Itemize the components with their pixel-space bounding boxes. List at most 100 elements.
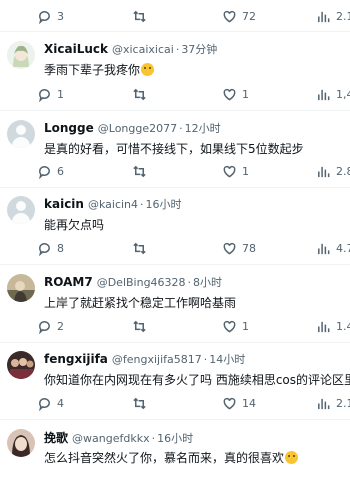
views-icon xyxy=(318,11,330,22)
user-handle[interactable]: @wangefdkkx xyxy=(72,432,150,445)
separator-dot: · xyxy=(187,276,192,289)
reply-count: 8 xyxy=(57,241,64,255)
user-handle[interactable]: @DelBing46328 xyxy=(97,276,186,289)
views-icon xyxy=(318,398,330,409)
retweet-icon xyxy=(133,88,146,100)
like-button[interactable]: 1 xyxy=(222,84,249,104)
user-handle[interactable]: @xicaixicai xyxy=(112,43,174,56)
like-count: 1 xyxy=(242,319,249,333)
tweet-text: 怎么抖音突然火了你，慕名而来，真的很喜欢 xyxy=(44,449,299,466)
comment-feed: 3 72 2.1万 XicaiLuck @xicaixicai · xyxy=(0,0,350,480)
tweet[interactable]: 挽歌 @wangefdkkx · 16小时 怎么抖音突然火了你，慕名而来，真的很… xyxy=(7,429,350,480)
reply-icon xyxy=(39,320,50,334)
avatar[interactable] xyxy=(7,196,35,224)
display-name[interactable]: XicaiLuck xyxy=(44,42,108,56)
reply-button[interactable]: 2 xyxy=(37,316,64,336)
user-handle[interactable]: @fengxijifa5817 xyxy=(112,353,202,366)
reply-icon xyxy=(39,10,50,24)
reply-count: 2 xyxy=(57,319,64,333)
display-name[interactable]: 挽歌 xyxy=(44,429,68,446)
reply-icon xyxy=(39,397,50,411)
reply-button[interactable]: 6 xyxy=(37,161,64,181)
heart-icon xyxy=(223,165,236,178)
portrait-avatar-icon xyxy=(7,429,35,457)
like-count: 1 xyxy=(242,87,249,101)
divider xyxy=(0,110,350,111)
timestamp[interactable]: 14小时 xyxy=(209,351,245,367)
anime-avatar-icon xyxy=(7,41,35,69)
separator-dot: · xyxy=(175,43,180,56)
timestamp[interactable]: 16小时 xyxy=(146,196,182,212)
tweet-action-bar: 4 14 2.1万 xyxy=(0,393,350,413)
like-count: 72 xyxy=(242,9,256,23)
user-handle[interactable]: @kaicin4 xyxy=(88,198,138,211)
tweet-text-content: 季雨下辈子我疼你 xyxy=(44,63,141,77)
views-count: 2.1万 xyxy=(336,397,350,410)
user-handle[interactable]: @Longge2077 xyxy=(98,122,177,135)
retweet-button[interactable] xyxy=(132,316,147,336)
like-button[interactable]: 1 xyxy=(222,316,249,336)
views-button[interactable]: 4.7万 xyxy=(316,238,350,258)
crying-face-emoji-icon xyxy=(141,63,155,76)
reply-button[interactable]: 3 xyxy=(37,6,64,26)
retweet-button[interactable] xyxy=(132,6,147,26)
views-count: 2.87 xyxy=(336,164,350,178)
tweet-action-bar: 2 1 1.4万 xyxy=(0,316,350,336)
views-icon xyxy=(318,321,330,332)
retweet-button[interactable] xyxy=(132,393,147,413)
views-icon xyxy=(318,243,330,254)
avatar[interactable] xyxy=(7,429,35,457)
avatar[interactable] xyxy=(7,41,35,69)
views-button[interactable]: 2.1万 xyxy=(316,6,350,26)
views-button[interactable]: 2.1万 xyxy=(316,393,350,413)
heart-icon xyxy=(223,10,236,23)
tweet-header: kaicin @kaicin4 · 16小时 xyxy=(44,196,182,214)
like-button[interactable]: 72 xyxy=(222,6,256,26)
tweet-text: 是真的好看，可惜不接线下，如果线下5位数起步 xyxy=(44,142,304,156)
tweet-text-content: 怎么抖音突然火了你，慕名而来，真的很喜欢 xyxy=(44,451,285,465)
photo-avatar-icon xyxy=(7,274,35,302)
tweet-header: Longge @Longge2077 · 12小时 xyxy=(44,120,221,138)
timestamp[interactable]: 16小时 xyxy=(157,430,193,446)
views-button[interactable]: 1,49 xyxy=(316,84,350,104)
timestamp[interactable]: 8小时 xyxy=(193,274,222,290)
like-button[interactable]: 14 xyxy=(222,393,256,413)
group-photo-avatar-icon xyxy=(7,351,35,379)
tweet-action-bar: 6 1 2.87 xyxy=(0,161,350,181)
separator-dot: · xyxy=(140,198,144,211)
retweet-button[interactable] xyxy=(132,84,147,104)
like-button[interactable]: 78 xyxy=(222,238,256,258)
reply-count: 1 xyxy=(57,87,64,101)
reply-button[interactable]: 8 xyxy=(37,238,64,258)
separator-dot: · xyxy=(179,122,183,135)
tweet-text: 上岸了就赶紧找个稳定工作啊哈基雨 xyxy=(44,296,237,310)
display-name[interactable]: ROAM7 xyxy=(44,275,93,289)
display-name[interactable]: kaicin xyxy=(44,197,84,211)
retweet-button[interactable] xyxy=(132,238,147,258)
divider xyxy=(0,419,350,420)
views-count: 1.4万 xyxy=(336,320,350,333)
reply-count: 6 xyxy=(57,164,64,178)
display-name[interactable]: Longge xyxy=(44,121,94,135)
retweet-icon xyxy=(133,165,146,177)
retweet-icon xyxy=(133,320,146,332)
like-button[interactable]: 1 xyxy=(222,161,249,181)
tweet-action-bar: 3 72 2.1万 xyxy=(0,6,350,26)
reply-button[interactable]: 1 xyxy=(37,84,64,104)
reply-count: 3 xyxy=(57,9,64,23)
timestamp[interactable]: 37分钟 xyxy=(181,41,217,57)
retweet-icon xyxy=(133,242,146,254)
reply-icon xyxy=(39,165,50,179)
retweet-button[interactable] xyxy=(132,161,147,181)
avatar[interactable] xyxy=(7,120,35,148)
views-button[interactable]: 1.4万 xyxy=(316,316,350,336)
avatar[interactable] xyxy=(7,274,35,302)
smiling-face-emoji-icon xyxy=(285,451,299,464)
avatar[interactable] xyxy=(7,351,35,379)
heart-icon xyxy=(223,242,236,255)
timestamp[interactable]: 12小时 xyxy=(185,120,221,136)
display-name[interactable]: fengxijifa xyxy=(44,352,108,366)
reply-button[interactable]: 4 xyxy=(37,393,64,413)
views-button[interactable]: 2.87 xyxy=(316,161,350,181)
divider xyxy=(0,187,350,188)
